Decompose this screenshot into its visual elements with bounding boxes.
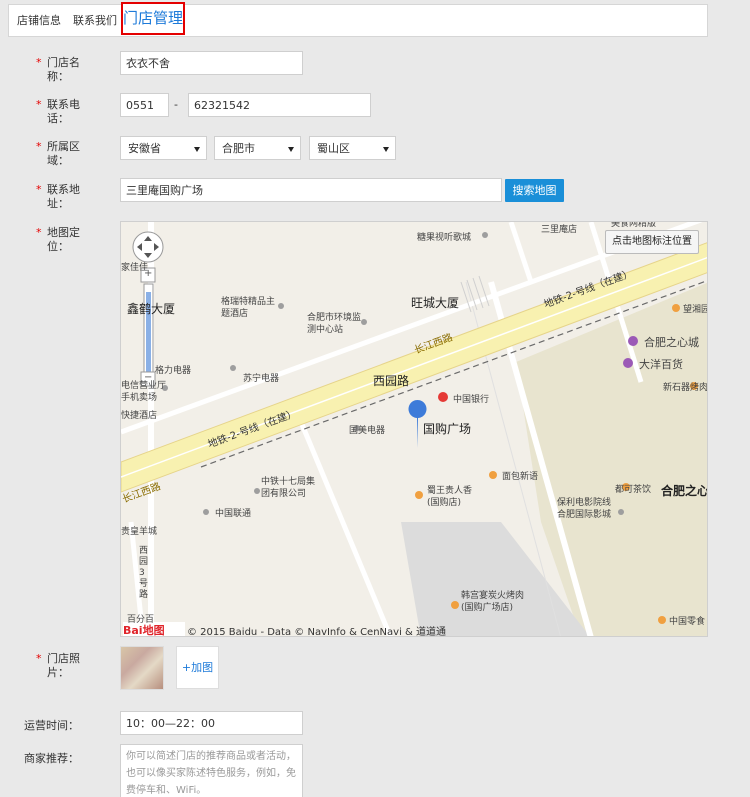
district-value: 蜀山区 xyxy=(317,142,350,155)
chevron-down-icon xyxy=(288,147,294,152)
map-canvas[interactable] xyxy=(121,222,708,637)
map-label: 国美电器 xyxy=(349,426,386,436)
store-photo-thumbnail[interactable] xyxy=(120,646,164,690)
area-code-input[interactable]: 0551 xyxy=(120,93,169,117)
address-input[interactable]: 三里庵国购广场 xyxy=(120,178,502,202)
map-location-label: 地图定位： xyxy=(47,226,80,253)
required-mark: * xyxy=(36,140,42,153)
tab-bar: 店铺信息 联系我们 xyxy=(8,4,708,37)
province-value: 安徽省 xyxy=(128,142,161,155)
region-label: 所属区域： xyxy=(47,140,80,167)
required-mark: * xyxy=(36,226,42,239)
map-label: 中国银行 xyxy=(453,395,490,405)
chevron-down-icon xyxy=(383,147,389,152)
mark-location-button[interactable]: 点击地图标注位置 xyxy=(605,230,699,254)
tab-shop-info[interactable]: 店铺信息 xyxy=(17,5,61,36)
map-label: 格瑞特精品主题酒店 xyxy=(221,297,276,319)
map-label: 国购广场 xyxy=(423,422,472,436)
phone-separator: - xyxy=(174,98,178,111)
photos-label: 门店照片： xyxy=(47,652,80,679)
phone-number-input[interactable]: 62321542 xyxy=(188,93,371,117)
map-label: 电信营业厅 xyxy=(121,381,167,391)
map-label: 格力电器 xyxy=(155,366,192,376)
province-select[interactable]: 安徽省 xyxy=(120,136,207,160)
map-label: 中国零食 xyxy=(669,617,706,627)
recommend-label: 商家推荐： xyxy=(24,752,79,765)
map-label: 保利电影院线合肥国际影城 xyxy=(557,498,612,520)
map-label: 三里庵店 xyxy=(541,225,578,235)
required-mark: * xyxy=(36,56,42,69)
address-label: 联系地址： xyxy=(47,183,80,210)
required-mark: * xyxy=(36,183,42,196)
map-label: 合肥之心城 xyxy=(644,336,699,349)
required-mark: * xyxy=(36,652,42,665)
city-select[interactable]: 合肥市 xyxy=(214,136,301,160)
map-label: 望湘园 xyxy=(683,305,708,315)
hours-label: 运营时间： xyxy=(24,719,79,732)
hours-input[interactable]: 10：00—22：00 xyxy=(120,711,303,735)
map-label: 苏宁电器 xyxy=(243,374,280,384)
tab-store-manage[interactable]: 门店管理 xyxy=(121,2,185,35)
map-label: 糖果视听歌城 xyxy=(417,233,472,243)
recommend-textarea[interactable]: 你可以简述门店的推荐商品或者活动，也可以像买家陈述特色服务，例如，免费停车和、W… xyxy=(120,744,303,797)
map-label: 合肥市环境监测中心站 xyxy=(307,313,362,335)
search-map-button[interactable]: 搜索地图 xyxy=(505,179,564,202)
map-label: 旺城大厦 xyxy=(411,296,460,310)
map-label: 韩宫宴炭火烤肉(国购广场店) xyxy=(461,591,525,613)
map-label: 美食网精版 xyxy=(611,221,657,229)
map-label: 大洋百货 xyxy=(639,358,683,371)
baidu-logo: Bai地图 xyxy=(123,624,165,637)
map-label: 贵皇羊城 xyxy=(121,527,158,537)
map-label: 手机卖场 xyxy=(121,393,158,403)
map-label: 家佳佳 xyxy=(121,263,149,273)
map-label: 都可茶饮 xyxy=(615,485,652,495)
store-name-input[interactable]: 衣衣不舍 xyxy=(120,51,303,75)
district-select[interactable]: 蜀山区 xyxy=(309,136,396,160)
map-label: 中铁十七局集团有限公司 xyxy=(261,477,316,499)
map-label: 合肥之心 xyxy=(661,484,708,498)
map-label: 鑫鹤大厦 xyxy=(127,302,176,316)
map-label: 西园路 xyxy=(373,374,410,388)
chevron-down-icon xyxy=(194,147,200,152)
add-photo-button[interactable]: +加图 xyxy=(176,646,219,689)
map-label: 新石器烤肉 xyxy=(663,383,708,393)
map-label: 快捷酒店 xyxy=(121,411,158,421)
map-label: 蜀王贵人香(国购店) xyxy=(427,486,473,508)
map-view[interactable]: 点击地图标注位置 + − 糖果视听歌城 三里庵店 美食网精版 格瑞特精品主题酒店… xyxy=(120,221,708,637)
map-label: 中国联通 xyxy=(215,509,252,519)
phone-label: 联系电话： xyxy=(47,98,80,125)
tab-contact-us[interactable]: 联系我们 xyxy=(73,5,117,36)
map-copyright: © 2015 Baidu - Data © NavInfo & CenNavi … xyxy=(187,627,446,637)
city-value: 合肥市 xyxy=(222,142,255,155)
map-label: 面包新语 xyxy=(502,472,539,482)
map-label: 西园3号路 xyxy=(139,546,149,600)
required-mark: * xyxy=(36,98,42,111)
store-name-label: 门店名称： xyxy=(47,56,80,83)
